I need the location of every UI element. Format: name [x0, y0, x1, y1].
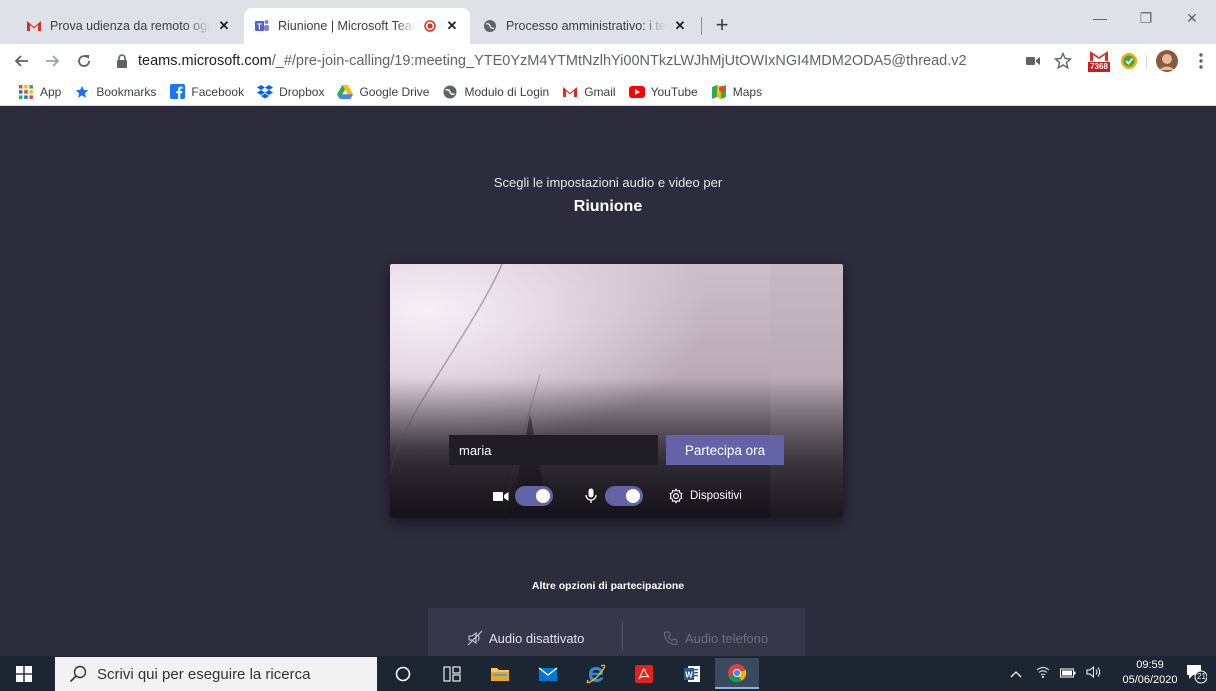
- forward-button[interactable]: [40, 49, 64, 73]
- svg-text:W: W: [685, 670, 693, 679]
- preview-shade: [390, 264, 843, 518]
- browser-tab-strip: Prova udienza da remoto oggi o ✕ T Riuni…: [0, 0, 1216, 44]
- gear-icon: [669, 488, 683, 504]
- bookmark-facebook[interactable]: Facebook: [169, 84, 244, 100]
- star-icon: [74, 84, 90, 100]
- globe-icon: [442, 84, 458, 100]
- meeting-title: Riunione: [573, 198, 643, 215]
- more-join-options-title: Altre opzioni di partecipazione: [531, 580, 685, 592]
- back-button[interactable]: [10, 49, 34, 73]
- teams-icon: T: [254, 18, 270, 34]
- acrobat-reader-icon[interactable]: [622, 658, 666, 689]
- gmail-checker-extension[interactable]: 7368: [1086, 50, 1112, 72]
- bookmark-modulo-login[interactable]: Modulo di Login: [442, 84, 549, 100]
- url-path: /_#/pre-join-calling/19:meeting_YTE0YzM4…: [271, 53, 967, 69]
- task-view-icon[interactable]: [430, 658, 474, 689]
- bookmarks-bar: App Bookmarks Facebook Dropbox Google Dr…: [0, 78, 1216, 106]
- maximize-button[interactable]: ❐: [1123, 0, 1169, 36]
- windows-logo-icon: [16, 665, 32, 682]
- internet-explorer-icon[interactable]: [574, 658, 618, 689]
- close-tab-icon[interactable]: ✕: [672, 18, 688, 34]
- windows-taskbar: Scrivi qui per eseguire la ricerca W 09:…: [0, 656, 1216, 691]
- bookmark-app[interactable]: App: [18, 84, 61, 100]
- start-button[interactable]: [0, 656, 48, 691]
- mail-icon[interactable]: [526, 658, 570, 689]
- gmail-badge: 7368: [1090, 62, 1108, 71]
- lock-icon: [117, 54, 127, 68]
- tab-teams[interactable]: T Riunione | Microsoft Teams ✕: [244, 8, 470, 44]
- bookmark-bookmarks[interactable]: Bookmarks: [74, 84, 156, 100]
- maps-icon: [711, 84, 727, 100]
- bookmark-gmail[interactable]: Gmail: [562, 84, 616, 100]
- audio-off-option[interactable]: Audio disattivato: [467, 628, 584, 648]
- word-icon[interactable]: W: [670, 658, 714, 689]
- bookmark-google-drive[interactable]: Google Drive: [337, 84, 429, 100]
- display-name-input[interactable]: [449, 435, 658, 465]
- system-tray: [1010, 656, 1102, 691]
- apps-grid-icon: [18, 84, 34, 100]
- camera-toggle[interactable]: [515, 486, 553, 506]
- chrome-taskbar-icon[interactable]: [715, 658, 759, 689]
- arrow-right-icon: [46, 55, 60, 67]
- show-hidden-icons-icon[interactable]: [1010, 667, 1022, 681]
- microphone-icon: [583, 488, 599, 504]
- close-tab-icon[interactable]: ✕: [444, 18, 460, 34]
- prejoin-subtitle: Scegli le impostazioni audio e video per: [493, 175, 723, 190]
- video-camera-icon: [493, 488, 509, 504]
- toolbar-separator: [1146, 55, 1147, 69]
- address-bar[interactable]: teams.microsoft.com/_#/pre-join-calling/…: [110, 47, 1010, 75]
- join-now-button[interactable]: Partecipa ora: [666, 435, 784, 465]
- extension-icon[interactable]: [1118, 50, 1140, 72]
- menu-kebab-icon[interactable]: [1190, 50, 1212, 72]
- options-divider: [622, 622, 623, 650]
- teams-prejoin-page: Scegli le impostazioni audio e video per…: [0, 106, 1216, 656]
- reload-icon: [78, 55, 90, 67]
- clock-time: 09:59: [1136, 659, 1164, 671]
- globe-icon: [482, 18, 498, 34]
- reload-button[interactable]: [72, 49, 96, 73]
- action-center-button[interactable]: 21: [1185, 662, 1208, 684]
- wifi-icon[interactable]: [1036, 666, 1050, 681]
- google-drive-icon: [337, 84, 354, 100]
- clock-date: 05/06/2020: [1122, 674, 1178, 686]
- close-window-button[interactable]: ✕: [1169, 0, 1215, 36]
- phone-icon: [663, 631, 678, 646]
- search-placeholder: Scrivi qui per eseguire la ricerca: [97, 665, 311, 683]
- camera-preview: Partecipa ora Dispositivi: [390, 264, 843, 518]
- battery-icon[interactable]: [1060, 667, 1076, 681]
- bookmark-youtube[interactable]: YouTube: [628, 84, 698, 100]
- notification-count: 21: [1197, 672, 1206, 681]
- phone-audio-option[interactable]: Audio telefono: [663, 628, 768, 648]
- new-tab-button[interactable]: +: [708, 12, 736, 40]
- url-host: teams.microsoft.com: [138, 53, 272, 69]
- recording-icon: [422, 18, 438, 34]
- bookmark-maps[interactable]: Maps: [711, 84, 762, 100]
- youtube-icon: [628, 84, 645, 100]
- gmail-icon: [562, 84, 578, 100]
- facebook-icon: [169, 84, 185, 100]
- tab-separator: [701, 17, 702, 35]
- tab-gmail[interactable]: Prova udienza da remoto oggi o ✕: [16, 8, 242, 44]
- microphone-toggle[interactable]: [605, 486, 643, 506]
- bookmark-dropbox[interactable]: Dropbox: [257, 84, 324, 100]
- camera-indicator-icon[interactable]: [1022, 50, 1044, 72]
- cortana-icon[interactable]: [381, 658, 425, 689]
- speaker-muted-icon: [467, 630, 483, 646]
- file-explorer-icon[interactable]: [478, 658, 522, 689]
- svg-text:T: T: [257, 23, 262, 32]
- minimize-button[interactable]: —: [1077, 0, 1123, 36]
- tab-processo[interactable]: Processo amministrativo: i termin ✕: [472, 8, 698, 44]
- taskbar-search[interactable]: Scrivi qui per eseguire la ricerca: [55, 657, 377, 691]
- profile-avatar[interactable]: [1156, 50, 1178, 72]
- volume-icon[interactable]: [1086, 665, 1102, 681]
- close-tab-icon[interactable]: ✕: [216, 18, 232, 34]
- star-icon[interactable]: [1052, 50, 1074, 72]
- gmail-icon: [26, 18, 42, 34]
- devices-button[interactable]: Dispositivi: [668, 486, 742, 506]
- search-icon: [69, 665, 87, 683]
- browser-toolbar: teams.microsoft.com/_#/pre-join-calling/…: [0, 44, 1216, 78]
- arrow-left-icon: [14, 55, 28, 67]
- dropbox-icon: [257, 84, 274, 100]
- taskbar-clock[interactable]: 09:59 05/06/2020: [1122, 658, 1178, 688]
